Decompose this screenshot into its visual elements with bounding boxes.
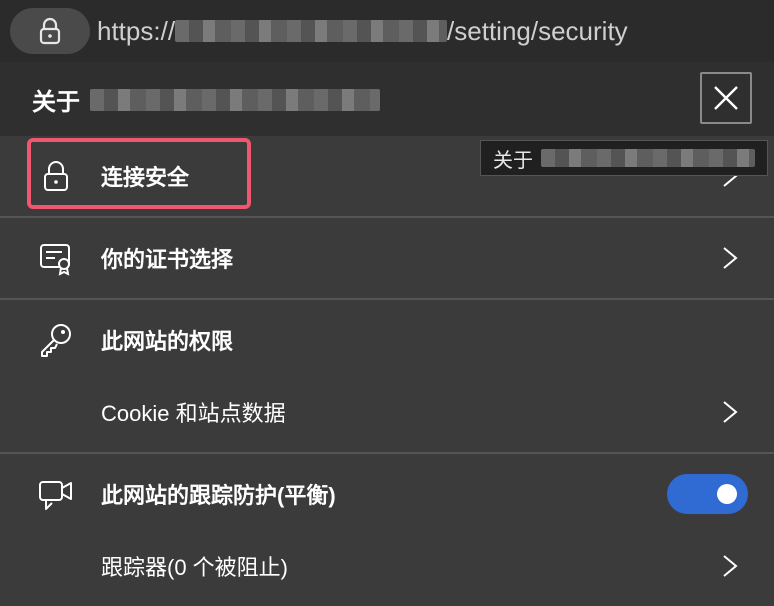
- redacted-site-name: [90, 88, 380, 111]
- menu-item-label: 你的证书选择: [101, 247, 234, 272]
- chevron-right-icon: [723, 247, 738, 269]
- menu-item-label: 跟踪器(0 个被阻止): [101, 555, 289, 580]
- menu-item-label: Cookie 和站点数据: [101, 401, 286, 426]
- menu-item-label: 此网站的权限: [101, 329, 234, 354]
- lock-icon: [39, 17, 61, 45]
- focus-ring: [27, 138, 251, 209]
- panel-header: 关于: [0, 62, 774, 136]
- menu-item-trackers[interactable]: 跟踪器(0 个被阻止): [0, 526, 774, 606]
- tooltip-text: 关于: [493, 149, 533, 172]
- redacted-tooltip-site: [541, 149, 755, 167]
- certificate-icon: [40, 244, 70, 276]
- url-path: /setting/security: [447, 16, 628, 46]
- menu-item-tracking-prevention: 此网站的跟踪防护(平衡): [0, 454, 774, 534]
- toggle-knob: [717, 484, 737, 504]
- site-info-button[interactable]: [10, 8, 90, 54]
- address-bar: https:// /setting/security: [0, 0, 774, 62]
- chevron-right-icon: [723, 555, 738, 577]
- menu-item-site-permissions: 此网站的权限: [0, 300, 774, 380]
- panel-title-text: 关于: [32, 89, 80, 116]
- menu-item-certificate[interactable]: 你的证书选择: [0, 218, 774, 298]
- redacted-domain: [175, 20, 448, 42]
- menu-item-cookies[interactable]: Cookie 和站点数据: [0, 372, 774, 452]
- key-icon: [41, 324, 71, 357]
- tracking-prevention-icon: [39, 481, 72, 510]
- panel-title: 关于: [32, 82, 380, 117]
- url-text[interactable]: https:// /setting/security: [97, 14, 628, 48]
- close-button[interactable]: [700, 72, 752, 124]
- menu-item-label: 此网站的跟踪防护(平衡): [101, 483, 336, 508]
- url-prefix: https://: [97, 16, 176, 46]
- chevron-right-icon: [723, 401, 738, 423]
- close-icon: [714, 86, 738, 110]
- site-name-tooltip: 关于: [480, 140, 768, 176]
- tracking-prevention-toggle[interactable]: [667, 474, 748, 514]
